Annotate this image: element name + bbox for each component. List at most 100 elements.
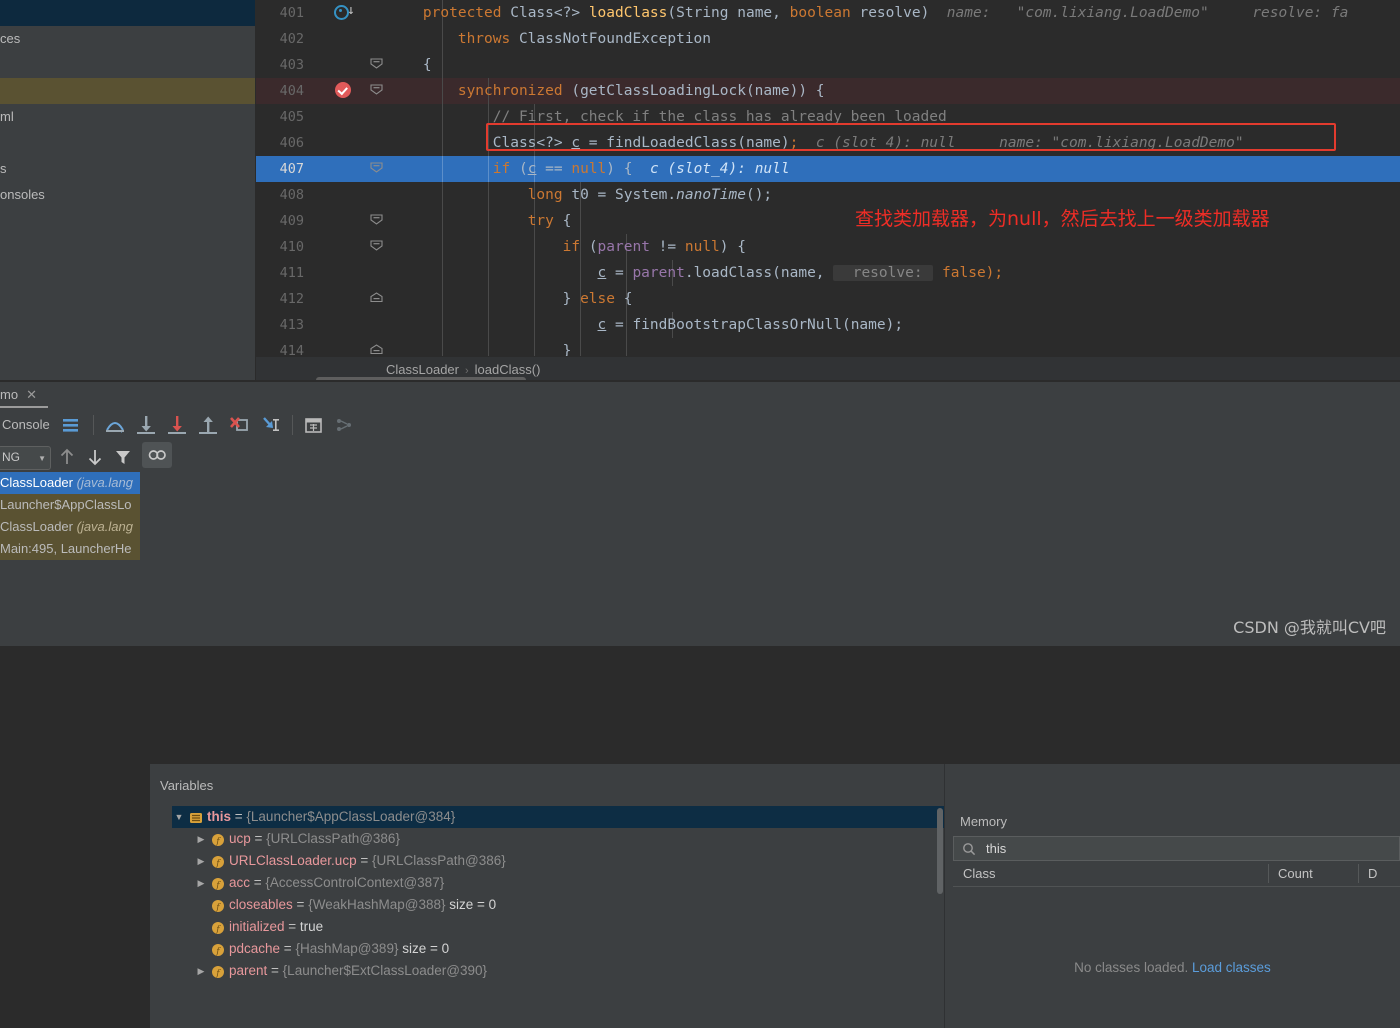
fold-minus-icon[interactable] bbox=[368, 52, 384, 78]
code-text: Class<?> c = findLoadedClass(name); c (s… bbox=[388, 130, 1244, 156]
fold-minus-icon[interactable] bbox=[368, 156, 384, 182]
line-number: 413 bbox=[279, 317, 304, 333]
memory-column-header[interactable]: D bbox=[1358, 861, 1398, 886]
twisty-expanded-icon[interactable]: ▼ bbox=[172, 806, 186, 828]
code-line[interactable]: 406 Class<?> c = findLoadedClass(name); … bbox=[256, 130, 1400, 156]
trace-current-stream-icon bbox=[329, 410, 359, 440]
run-to-cursor-icon[interactable] bbox=[255, 410, 285, 440]
breadcrumb-class[interactable]: ClassLoader bbox=[386, 362, 459, 377]
twisty-collapsed-icon[interactable]: ▶ bbox=[194, 828, 208, 850]
frame-row[interactable]: Launcher$AppClassLo bbox=[0, 494, 140, 516]
variable-row[interactable]: ▶ f URLClassLoader.ucp = {URLClassPath@386… bbox=[172, 850, 945, 872]
code-token: { bbox=[562, 213, 572, 229]
fold-minus-icon[interactable] bbox=[368, 208, 384, 234]
frame-method: Main:495, LauncherHe bbox=[0, 541, 132, 556]
code-line[interactable]: 410 if (parent != null) { bbox=[256, 234, 1400, 260]
variable-row[interactable]: f pdcache = {HashMap@389} size = 0 bbox=[172, 938, 945, 960]
variable-row[interactable]: ▶ f ucp = {URLClassPath@386} bbox=[172, 828, 945, 850]
console-tab[interactable]: Console bbox=[2, 410, 50, 440]
twisty-collapsed-icon[interactable]: ▶ bbox=[194, 872, 208, 894]
variable-value: {Launcher$ExtClassLoader@390} bbox=[282, 963, 488, 978]
field-icon: f bbox=[211, 898, 225, 912]
breadcrumb-method[interactable]: loadClass() bbox=[475, 362, 541, 377]
debug-session-tab[interactable]: mo ✕ bbox=[0, 382, 37, 408]
memory-column-header[interactable]: Count bbox=[1268, 861, 1358, 886]
code-line[interactable]: 402 throws ClassNotFoundException bbox=[256, 26, 1400, 52]
frame-row[interactable]: Main:495, LauncherHe bbox=[0, 538, 140, 560]
code-line[interactable]: 403 { bbox=[256, 52, 1400, 78]
variable-value: {AccessControlContext@387} bbox=[265, 875, 445, 890]
evaluate-expression-icon[interactable] bbox=[298, 410, 328, 440]
variable-equals: = bbox=[250, 875, 266, 890]
line-number: 409 bbox=[279, 213, 304, 229]
code-line[interactable]: 405 // First, check if the class has alr… bbox=[256, 104, 1400, 130]
code-text: long t0 = System.nanoTime(); bbox=[388, 182, 772, 208]
line-number: 410 bbox=[279, 239, 304, 255]
override-method-icon[interactable]: ↓ bbox=[334, 0, 358, 26]
thread-selector[interactable]: NG ▼ bbox=[0, 446, 51, 470]
code-line[interactable]: 414 } bbox=[256, 338, 1400, 356]
project-tree-row[interactable] bbox=[0, 0, 256, 26]
breadcrumb-bar[interactable]: ClassLoader › loadClass() bbox=[256, 356, 1400, 383]
breakpoint-verified-icon[interactable] bbox=[334, 78, 358, 104]
variable-row[interactable]: ▶ f acc = {AccessControlContext@387} bbox=[172, 872, 945, 894]
frames-down-icon[interactable] bbox=[80, 442, 110, 472]
variables-scrollbar[interactable] bbox=[937, 808, 943, 894]
step-into-icon[interactable] bbox=[131, 410, 161, 440]
project-tree-row[interactable]: s bbox=[0, 156, 256, 182]
variable-size: size = 0 bbox=[445, 897, 497, 912]
inspect-button[interactable] bbox=[142, 442, 172, 468]
project-tree-row[interactable] bbox=[0, 52, 256, 78]
variable-row[interactable]: f initialized = true bbox=[172, 916, 945, 938]
variables-pane[interactable]: Variables ▼ this = {Launcher$AppClassLoad… bbox=[150, 764, 945, 1028]
code-token: } bbox=[388, 343, 572, 356]
memory-title: Memory bbox=[960, 814, 1007, 829]
step-over-icon[interactable] bbox=[100, 410, 130, 440]
code-line[interactable]: 412 } else { bbox=[256, 286, 1400, 312]
fold-plus-icon[interactable] bbox=[368, 338, 384, 356]
twisty-collapsed-icon[interactable]: ▶ bbox=[194, 850, 208, 872]
memory-empty-message: No classes loaded. Load classes bbox=[945, 960, 1400, 975]
frames-pane[interactable]: NG ▼ ClassLoader (java.lang Launcher$AppC… bbox=[0, 442, 140, 646]
frame-row[interactable]: ClassLoader (java.lang bbox=[0, 472, 140, 494]
memory-column-header[interactable]: Class bbox=[953, 861, 1268, 886]
load-classes-link[interactable]: Load classes bbox=[1192, 960, 1271, 975]
fold-minus-icon[interactable] bbox=[368, 234, 384, 260]
variable-equals: = bbox=[250, 831, 267, 846]
project-tree-row[interactable] bbox=[0, 78, 256, 104]
close-icon[interactable]: ✕ bbox=[26, 387, 37, 402]
inline-debug-hint: name: bbox=[929, 5, 1000, 21]
project-tree-row[interactable] bbox=[0, 130, 256, 156]
code-line[interactable]: 411 c = parent.loadClass(name, resolve: … bbox=[256, 260, 1400, 286]
project-tree-row[interactable]: ml bbox=[0, 104, 256, 130]
memory-search-field[interactable]: this bbox=[953, 836, 1400, 861]
code-text: if (parent != null) { bbox=[388, 234, 746, 260]
project-tree-pane[interactable]: ces ml s onsoles bbox=[0, 0, 256, 380]
code-line[interactable]: 404 synchronized (getClassLoadingLock(na… bbox=[256, 78, 1400, 104]
show-execution-point-icon[interactable] bbox=[55, 410, 85, 440]
code-line[interactable]: 401 ↓ protected Class<?> loadClass(String… bbox=[256, 0, 1400, 26]
project-tree-row[interactable]: onsoles bbox=[0, 182, 256, 208]
variable-row[interactable]: ▶ f parent = {Launcher$ExtClassLoader@390} bbox=[172, 960, 945, 982]
variable-name: ucp bbox=[229, 831, 251, 846]
project-tree-row[interactable]: ces bbox=[0, 26, 256, 52]
fold-minus-icon[interactable] bbox=[368, 78, 384, 104]
code-editor[interactable]: 401 ↓ protected Class<?> loadClass(String… bbox=[256, 0, 1400, 356]
twisty-collapsed-icon[interactable]: ▶ bbox=[194, 960, 208, 982]
code-line[interactable]: 413 c = findBootstrapClassOrNull(name); bbox=[256, 312, 1400, 338]
code-token: loadClass bbox=[693, 265, 773, 281]
variable-row[interactable]: f closeables = {WeakHashMap@388} size = 0 bbox=[172, 894, 945, 916]
variable-row[interactable]: ▼ this = {Launcher$AppClassLoader@384} bbox=[172, 806, 945, 828]
frames-up-icon[interactable] bbox=[52, 442, 82, 472]
variable-name: closeables bbox=[229, 897, 293, 912]
step-out-icon[interactable] bbox=[193, 410, 223, 440]
frames-filter-icon[interactable] bbox=[108, 442, 138, 472]
frame-row[interactable]: ClassLoader (java.lang bbox=[0, 516, 140, 538]
field-icon: f bbox=[211, 920, 225, 934]
drop-frame-icon[interactable] bbox=[224, 410, 254, 440]
force-step-into-icon[interactable] bbox=[162, 410, 192, 440]
variable-value: {HashMap@389} bbox=[295, 941, 399, 956]
code-line[interactable]: 407 if (c == null) { c (slot_4): null bbox=[256, 156, 1400, 182]
code-token: , bbox=[772, 5, 790, 21]
fold-plus-icon[interactable] bbox=[368, 286, 384, 312]
